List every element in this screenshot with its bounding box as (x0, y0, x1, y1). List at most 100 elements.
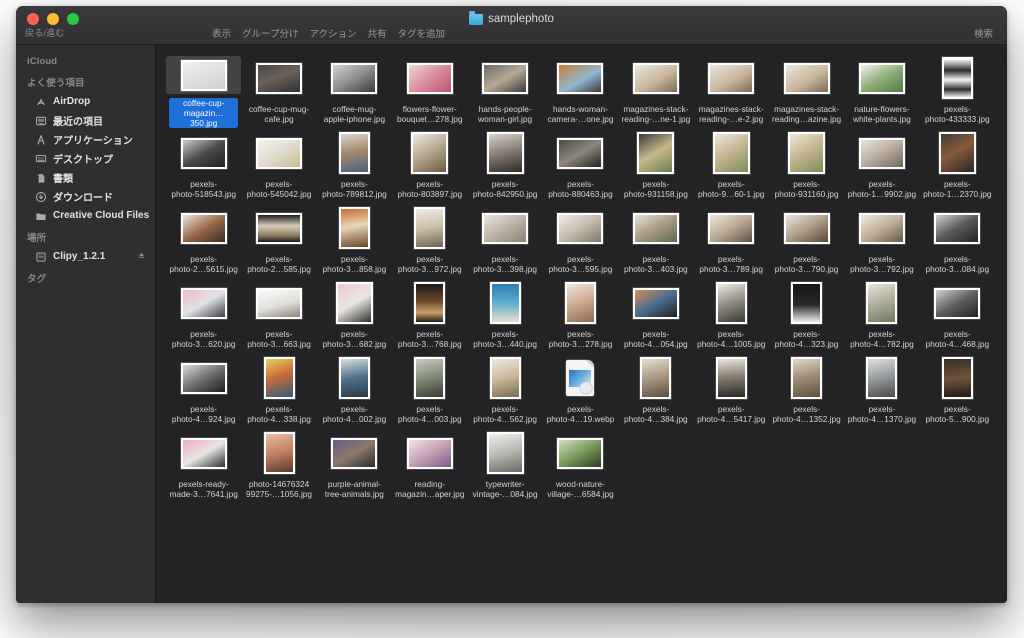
file-item[interactable]: pexels- photo-3…682.jpg (317, 278, 392, 353)
file-item[interactable]: pexels- photo-3…440.jpg (467, 278, 542, 353)
file-item[interactable]: pexels- photo-2…585.jpg (241, 203, 316, 278)
file-item[interactable]: pexels- photo-1…2370.jpg (920, 128, 995, 203)
file-name-label: pexels- photo-545042.jpg (246, 179, 312, 199)
sidebar-item-airdrop[interactable]: AirDrop (16, 92, 155, 111)
file-item[interactable]: pexels- photo-789812.jpg (317, 128, 392, 203)
file-item[interactable]: pexels- photo-4…19.webp (543, 353, 618, 428)
sidebar-item-[interactable]: アプリケーション (16, 130, 155, 149)
file-item[interactable]: pexels- photo-4…5417.jpg (694, 353, 769, 428)
file-item[interactable]: coffee-mug- apple-iphone.jpg (317, 53, 392, 128)
toolbar-share-button[interactable]: 共有 (367, 26, 386, 40)
file-item[interactable]: pexels- photo-3…790.jpg (769, 203, 844, 278)
toolbar-view-button[interactable]: 表示 (212, 26, 231, 40)
file-item[interactable]: purple-animal- tree-animals.jpg (317, 428, 392, 503)
close-button[interactable] (27, 13, 39, 25)
file-thumbnail (769, 356, 844, 400)
file-item[interactable]: pexels- photo-433333.jpg (920, 53, 995, 128)
file-item[interactable]: pexels- photo-9…60-1.jpg (694, 128, 769, 203)
file-item[interactable]: pexels- photo-4…924.jpg (166, 353, 241, 428)
file-name-label: pexels- photo-803897.jpg (397, 179, 463, 199)
file-item[interactable]: pexels- photo-3…595.jpg (543, 203, 618, 278)
file-thumbnail (618, 356, 693, 400)
file-item[interactable]: hands-woman- camera-…one.jpg (543, 53, 618, 128)
file-item[interactable]: wood-nature- village-…6584.jpg (543, 428, 618, 503)
toolbar-add-tag-button[interactable]: タグを追加 (398, 26, 446, 40)
file-item[interactable]: pexels- photo-1…9902.jpg (844, 128, 919, 203)
vertical-scrollbar[interactable] (1002, 49, 1006, 169)
file-item[interactable]: pexels- photo-3…620.jpg (166, 278, 241, 353)
file-item[interactable]: magazines-stack- reading-…e-2.jpg (694, 53, 769, 128)
file-item[interactable]: pexels- photo-4…384.jpg (618, 353, 693, 428)
file-item[interactable]: pexels- photo-2…5615.jpg (166, 203, 241, 278)
sidebar-item-[interactable]: デスクトップ (16, 149, 155, 168)
file-item[interactable]: reading- magazin…aper.jpg (392, 428, 467, 503)
file-item[interactable]: pexels- photo-3…663.jpg (241, 278, 316, 353)
file-item[interactable]: pexels- photo-931158.jpg (618, 128, 693, 203)
file-item[interactable]: pexels- photo-931160.jpg (769, 128, 844, 203)
file-item[interactable]: magazines-stack- reading…azine.jpg (769, 53, 844, 128)
file-item[interactable]: pexels- photo-3…858.jpg (317, 203, 392, 278)
sidebar-item-[interactable]: 書類 (16, 168, 155, 187)
photo-icon (715, 357, 747, 399)
airdrop-icon (35, 96, 47, 108)
file-item[interactable]: pexels- photo-4…1005.jpg (694, 278, 769, 353)
file-item[interactable]: coffee-cup- magazin…350.jpg (166, 53, 242, 128)
file-item[interactable]: pexels- photo-3…398.jpg (467, 203, 542, 278)
file-item[interactable]: pexels- photo-3…278.jpg (543, 278, 618, 353)
file-name-label: pexels- photo-4…323.jpg (774, 329, 839, 349)
file-item[interactable]: pexels- photo-4…338.jpg (241, 353, 316, 428)
file-item[interactable]: pexels- photo-3…084.jpg (920, 203, 995, 278)
toolbar-action-button[interactable]: アクション (309, 26, 356, 40)
file-item[interactable]: pexels- photo-4…562.jpg (467, 353, 542, 428)
file-item[interactable]: hands-people- woman-girl.jpg (467, 53, 542, 128)
file-thumbnail (166, 281, 241, 325)
file-item[interactable]: nature-flowers- white-plants.jpg (844, 53, 919, 128)
maximize-button[interactable] (67, 13, 79, 25)
photo-icon (557, 137, 604, 169)
file-item[interactable]: pexels- photo-4…003.jpg (392, 353, 467, 428)
search-input[interactable]: 検索 (974, 26, 993, 40)
file-item[interactable]: pexels- photo-4…1352.jpg (769, 353, 844, 428)
sidebar-item-[interactable]: 最近の項目 (16, 111, 155, 130)
file-item[interactable]: pexels-ready- made-3…7641.jpg (166, 428, 241, 503)
file-item[interactable]: pexels- photo-880463.jpg (543, 128, 618, 203)
file-thumbnail (769, 206, 844, 250)
file-name-label: pexels- photo-3…972.jpg (397, 254, 462, 274)
photo-icon (489, 282, 521, 324)
file-item[interactable]: flowers-flower- bouquet…278.jpg (392, 53, 467, 128)
file-item[interactable]: pexels- photo-4…468.jpg (920, 278, 995, 353)
file-item[interactable]: pexels- photo-842950.jpg (467, 128, 542, 203)
file-item[interactable]: pexels- photo-4…1370.jpg (844, 353, 919, 428)
file-item[interactable]: photo-14676324 99275-…1056.jpg (241, 428, 316, 503)
sidebar-item-clipy-1-2-1[interactable]: Clipy_1.2.1 (16, 247, 155, 266)
photo-icon (632, 287, 679, 319)
file-name-label: pexels- photo-1…2370.jpg (923, 179, 992, 199)
file-item[interactable]: pexels- photo-4…323.jpg (769, 278, 844, 353)
file-item[interactable]: pexels- photo-3…792.jpg (844, 203, 919, 278)
eject-icon[interactable] (137, 251, 146, 260)
file-item[interactable]: pexels- photo-4…054.jpg (618, 278, 693, 353)
file-item[interactable]: pexels- photo-4…002.jpg (317, 353, 392, 428)
file-item[interactable]: pexels- photo-4…782.jpg (844, 278, 919, 353)
file-item[interactable]: pexels- photo-3…972.jpg (392, 203, 467, 278)
file-name-label: pexels- photo-4…1352.jpg (772, 404, 841, 424)
file-item[interactable]: pexels- photo-518543.jpg (166, 128, 241, 203)
file-item[interactable]: pexels- photo-5…900.jpg (920, 353, 995, 428)
file-item[interactable]: coffee-cup-mug- cafe.jpg (241, 53, 316, 128)
file-item[interactable]: pexels- photo-803897.jpg (392, 128, 467, 203)
file-thumbnail (317, 206, 392, 250)
photo-icon (263, 432, 295, 474)
sidebar-item-[interactable]: ダウンロード (16, 187, 155, 206)
file-item[interactable]: pexels- photo-3…789.jpg (694, 203, 769, 278)
file-item[interactable]: typewriter- vintage-…084.jpg (467, 428, 542, 503)
file-item[interactable]: magazines-stack- reading-…ne-1.jpg (618, 53, 693, 128)
file-item[interactable]: pexels- photo-545042.jpg (241, 128, 316, 203)
back-forward-label[interactable]: 戻る/進む (25, 26, 65, 39)
sidebar-item-creative-cloud-files[interactable]: Creative Cloud Files (16, 206, 155, 225)
file-item[interactable]: pexels- photo-3…403.jpg (618, 203, 693, 278)
toolbar-group-by-button[interactable]: グループ分け (242, 26, 298, 40)
file-item[interactable]: pexels- photo-3…768.jpg (392, 278, 467, 353)
file-grid-container[interactable]: coffee-cup- magazin…350.jpg coffee-cup-mu… (156, 45, 1007, 603)
minimize-button[interactable] (47, 13, 59, 25)
file-name-label: pexels- photo-4…003.jpg (397, 404, 462, 424)
